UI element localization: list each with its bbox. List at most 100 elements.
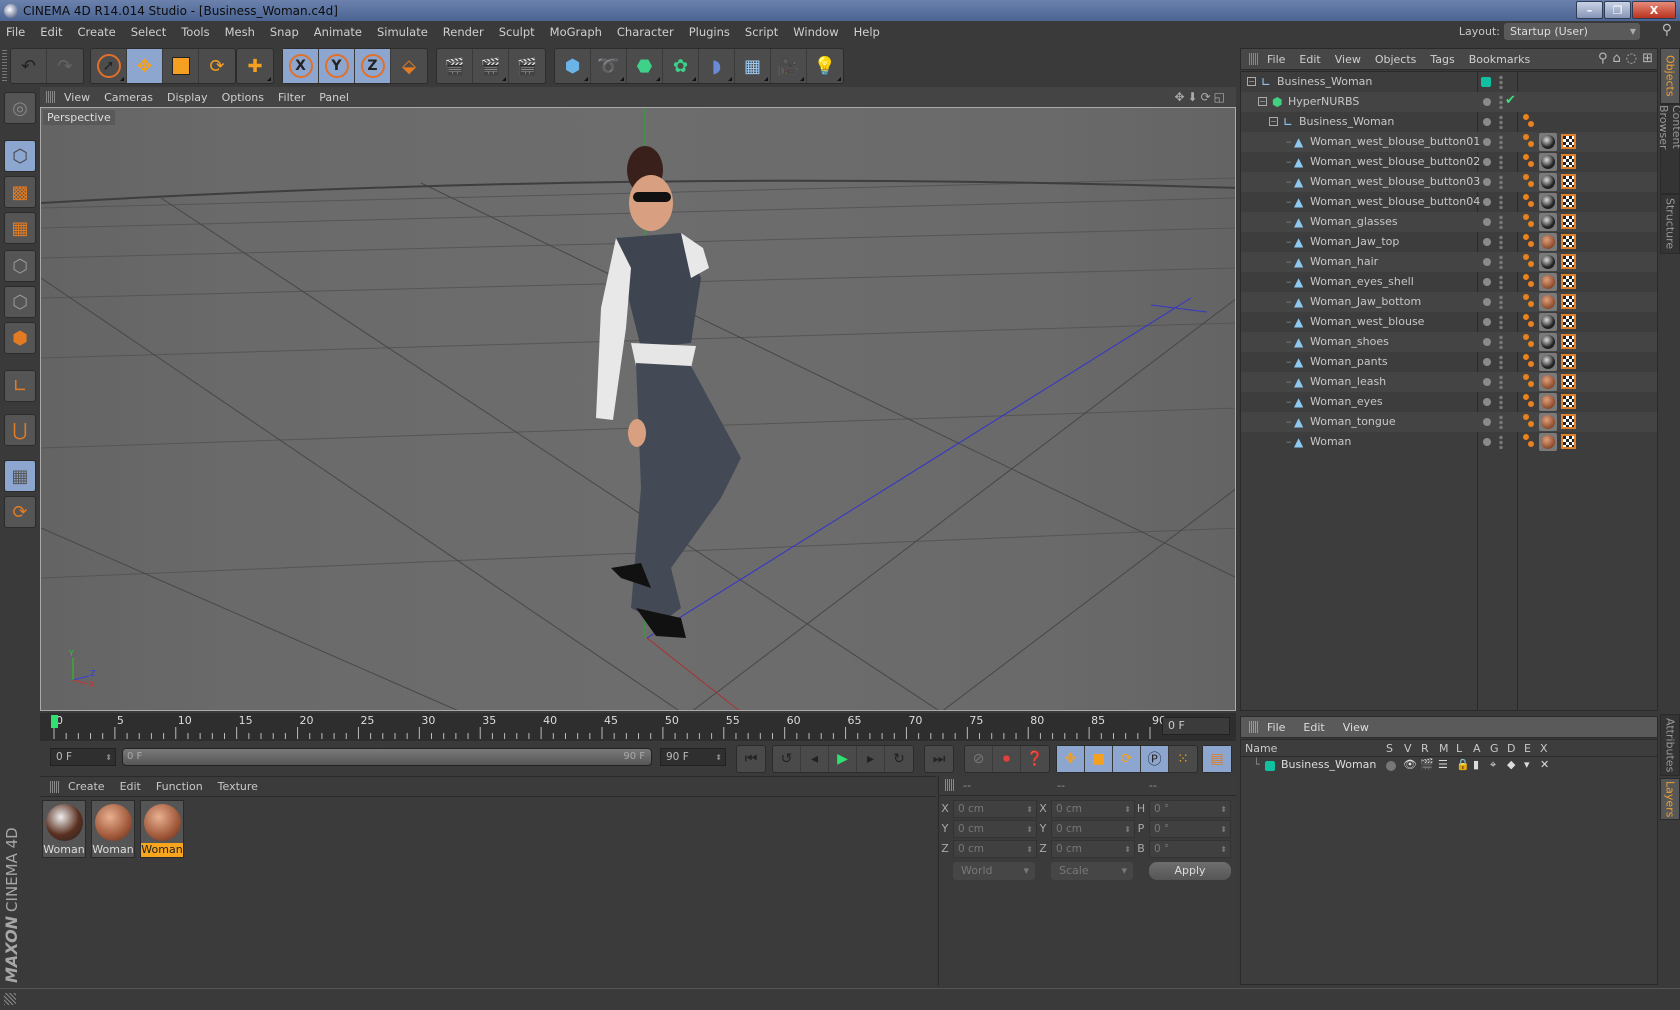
- object-row[interactable]: – ▲ Woman_Jaw_top: [1241, 232, 1657, 252]
- visibility-toggle-icon[interactable]: [1499, 155, 1503, 169]
- object-row[interactable]: – ▲ Woman_west_blouse_button01: [1241, 132, 1657, 152]
- viewport-menu-options[interactable]: Options: [222, 91, 264, 104]
- panel-grip[interactable]: [46, 91, 56, 103]
- move-icon[interactable]: ✥: [127, 49, 163, 83]
- visibility-toggle-icon[interactable]: [1499, 355, 1503, 369]
- polygons-mode-icon[interactable]: ⬢: [4, 322, 36, 354]
- go-to-next-frame-icon[interactable]: ▸: [857, 746, 885, 772]
- object-name[interactable]: Woman_glasses: [1310, 215, 1398, 228]
- material-item[interactable]: Woman: [91, 800, 135, 858]
- layer-dot-icon[interactable]: [1483, 198, 1491, 206]
- phong-tag-icon[interactable]: [1523, 154, 1535, 168]
- material-tag-icon[interactable]: [1539, 213, 1557, 231]
- coordinate-mode-dropdown[interactable]: World: [953, 862, 1035, 880]
- layer-dot-icon[interactable]: [1483, 398, 1491, 406]
- uvw-tag-icon[interactable]: [1561, 334, 1576, 349]
- search-icon[interactable]: ⚲: [1598, 51, 1608, 66]
- layer-dot-icon[interactable]: [1483, 218, 1491, 226]
- y-axis-lock-icon[interactable]: Y: [319, 49, 355, 83]
- timeline-ruler[interactable]: 0 5 10 15 20 25 30 35 40 45 50 55 60 65 70 75 80 85 90 0 F: [40, 713, 1236, 741]
- uvw-tag-icon[interactable]: [1561, 254, 1576, 269]
- material-menu-texture[interactable]: Texture: [218, 780, 258, 793]
- menu-snap[interactable]: Snap: [270, 25, 299, 39]
- fold-toggle-icon[interactable]: −: [1258, 97, 1267, 106]
- object-row[interactable]: – ▲ Woman: [1241, 432, 1657, 452]
- snapping-magnet-icon[interactable]: ⋃: [4, 414, 36, 446]
- layers-col-x[interactable]: X: [1540, 742, 1548, 755]
- viewport-menu-display[interactable]: Display: [167, 91, 208, 104]
- material-tag-icon[interactable]: [1539, 253, 1557, 271]
- layer-dot-icon[interactable]: [1483, 238, 1491, 246]
- objects-menu-tags[interactable]: Tags: [1430, 53, 1454, 66]
- render-view-icon[interactable]: 🎬: [437, 49, 473, 83]
- make-editable-icon[interactable]: ◎: [4, 92, 36, 124]
- cube-object-icon[interactable]: ⬢: [555, 49, 591, 83]
- uvw-tag-icon[interactable]: [1561, 414, 1576, 429]
- go-to-next-key-icon[interactable]: ↻: [885, 746, 913, 772]
- layer-dot-icon[interactable]: [1483, 338, 1491, 346]
- object-row[interactable]: – ▲ Woman_west_blouse_button02: [1241, 152, 1657, 172]
- x-axis-lock-icon[interactable]: X: [283, 49, 319, 83]
- scheme-settings-icon[interactable]: ▤: [1203, 746, 1231, 772]
- camera-icon[interactable]: 🎥: [771, 49, 807, 83]
- object-name[interactable]: Woman_eyes_shell: [1310, 275, 1414, 288]
- layer-name[interactable]: Business_Woman: [1281, 758, 1376, 771]
- layer-xrefs-icon[interactable]: ✕: [1540, 758, 1549, 771]
- phong-tag-icon[interactable]: [1523, 194, 1535, 208]
- subdivision-surface-icon[interactable]: ⬣: [627, 49, 663, 83]
- phong-tag-icon[interactable]: [1523, 394, 1535, 408]
- layers-col-g[interactable]: G: [1490, 742, 1499, 755]
- current-frame-field[interactable]: 0 F: [1162, 717, 1230, 735]
- objects-menu-bookmarks[interactable]: Bookmarks: [1469, 53, 1530, 66]
- phong-tag-icon[interactable]: [1523, 354, 1535, 368]
- new-manager-icon[interactable]: ⊞: [1642, 51, 1653, 66]
- phong-tag-icon[interactable]: [1523, 134, 1535, 148]
- objects-menu-edit[interactable]: Edit: [1299, 53, 1320, 66]
- record-rotation-icon[interactable]: ⟳: [1113, 746, 1141, 772]
- perspective-viewport[interactable]: Perspective Y Z X: [40, 107, 1236, 711]
- phong-tag-icon[interactable]: [1523, 314, 1535, 328]
- visibility-toggle-icon[interactable]: [1499, 195, 1503, 209]
- menu-select[interactable]: Select: [131, 25, 166, 39]
- material-tag-icon[interactable]: [1539, 273, 1557, 291]
- visibility-toggle-icon[interactable]: [1499, 435, 1503, 449]
- object-row[interactable]: – ▲ Woman_eyes_shell: [1241, 272, 1657, 292]
- menu-tools[interactable]: Tools: [181, 25, 209, 39]
- visibility-toggle-icon[interactable]: [1499, 335, 1503, 349]
- tab-attributes[interactable]: Attributes: [1660, 714, 1680, 776]
- record-parameter-icon[interactable]: Ⓟ: [1141, 746, 1169, 772]
- object-row[interactable]: – ▲ Woman_west_blouse_button03: [1241, 172, 1657, 192]
- scale-icon[interactable]: [163, 49, 199, 83]
- layer-dot-icon[interactable]: [1483, 138, 1491, 146]
- material-tag-icon[interactable]: [1539, 133, 1557, 151]
- object-row[interactable]: – ▲ Woman_tongue: [1241, 412, 1657, 432]
- objects-menu-file[interactable]: File: [1267, 53, 1285, 66]
- uvw-tag-icon[interactable]: [1561, 214, 1576, 229]
- timeline-ticks[interactable]: 0 5 10 15 20 25 30 35 40 45 50 55 60 65 70 75 80 85 90: [50, 713, 1165, 741]
- visibility-toggle-icon[interactable]: [1499, 95, 1503, 109]
- menu-simulate[interactable]: Simulate: [377, 25, 428, 39]
- rotate-icon[interactable]: ⟳: [199, 49, 235, 83]
- material-tag-icon[interactable]: [1539, 313, 1557, 331]
- menu-animate[interactable]: Animate: [314, 25, 362, 39]
- material-tag-icon[interactable]: [1539, 373, 1557, 391]
- layer-dot-icon[interactable]: [1483, 278, 1491, 286]
- layer-deformers-icon[interactable]: ◆: [1507, 758, 1515, 771]
- object-row[interactable]: − ∟ Business_Woman: [1241, 72, 1657, 92]
- fold-toggle-icon[interactable]: −: [1247, 77, 1256, 86]
- layers-menu-view[interactable]: View: [1343, 721, 1369, 734]
- layers-col-m[interactable]: M: [1439, 742, 1449, 755]
- object-name[interactable]: Woman_hair: [1310, 255, 1378, 268]
- visibility-toggle-icon[interactable]: [1499, 235, 1503, 249]
- deformer-icon[interactable]: ◗: [699, 49, 735, 83]
- enabled-check-icon[interactable]: ✔: [1505, 93, 1516, 108]
- size-y-field[interactable]: 0 cm ⬍: [1051, 820, 1135, 838]
- uvw-tag-icon[interactable]: [1561, 174, 1576, 189]
- material-tag-icon[interactable]: [1539, 353, 1557, 371]
- toolbar-grip[interactable]: [2, 50, 7, 82]
- status-grip[interactable]: [4, 993, 16, 1005]
- layer-dot-icon[interactable]: [1483, 258, 1491, 266]
- objects-menu-view[interactable]: View: [1335, 53, 1361, 66]
- viewport-menu-panel[interactable]: Panel: [319, 91, 349, 104]
- object-name[interactable]: Woman_Jaw_bottom: [1310, 295, 1421, 308]
